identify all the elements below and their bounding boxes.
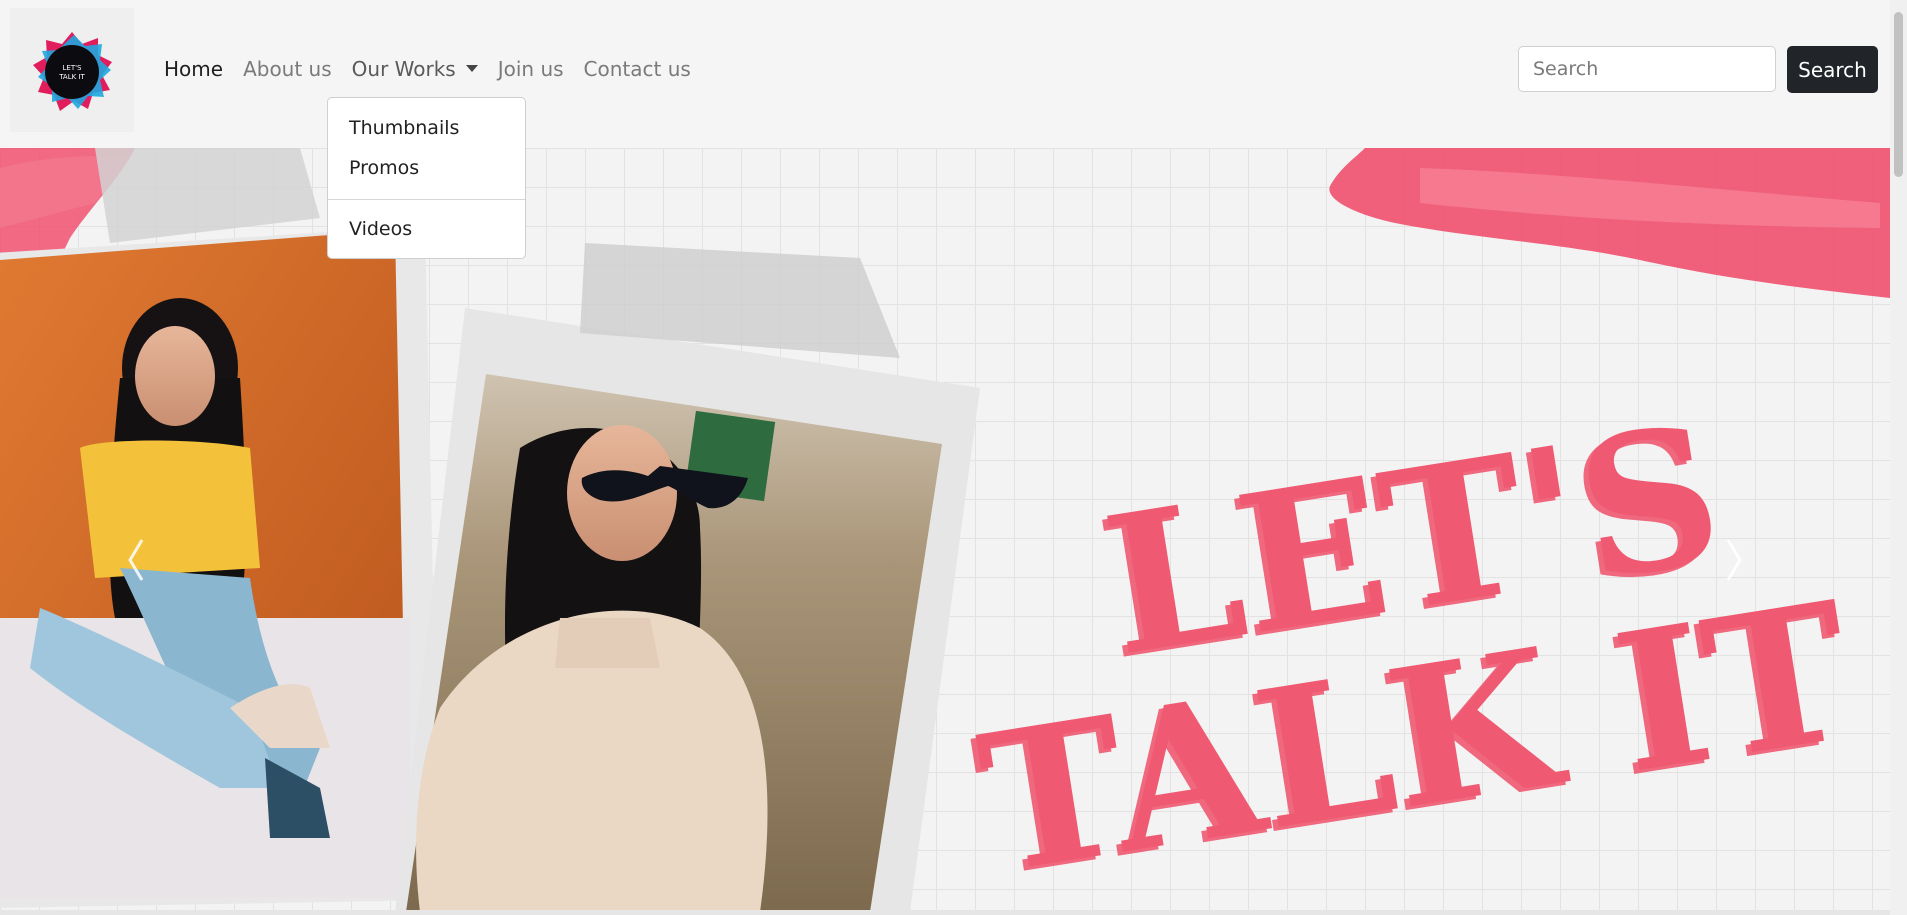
- nav-our-works-dropdown[interactable]: Our Works: [352, 57, 488, 81]
- caret-down-icon: [465, 65, 478, 72]
- nav-links: Home About us Our Works Join us Contact …: [164, 57, 711, 81]
- svg-text:LET'S: LET'S: [63, 64, 83, 72]
- nav-contact-link[interactable]: Contact us: [584, 57, 701, 81]
- brush-stroke-right: [1329, 148, 1890, 298]
- svg-text:TALK IT: TALK IT: [58, 73, 85, 81]
- our-works-dropdown-menu: Thumbnails Promos Videos: [327, 97, 526, 259]
- brand-logo[interactable]: LET'S TALK IT: [10, 8, 134, 132]
- dropdown-item-videos[interactable]: Videos: [349, 218, 412, 240]
- page-scrollbar[interactable]: [1890, 0, 1907, 915]
- nav-home-link[interactable]: Home: [164, 57, 233, 81]
- hero-graphic: LET'S LET'S TALK IT TALK IT: [0, 148, 1890, 912]
- photo-frame-center: [395, 243, 980, 912]
- search-input[interactable]: [1518, 46, 1776, 92]
- hero-carousel: LET'S LET'S TALK IT TALK IT: [0, 148, 1890, 912]
- navbar: LET'S TALK IT Home About us Our Works Jo…: [0, 0, 1890, 148]
- page: LET'S TALK IT Home About us Our Works Jo…: [0, 0, 1907, 915]
- hero-title: LET'S LET'S TALK IT TALK IT: [962, 382, 1865, 912]
- scrollbar-thumb[interactable]: [1894, 12, 1903, 177]
- nav-about-link[interactable]: About us: [243, 57, 342, 81]
- photo-frame-left: [0, 148, 440, 908]
- dropdown-divider: [328, 199, 525, 200]
- search-button[interactable]: Search: [1787, 46, 1878, 93]
- nav-our-works-label: Our Works: [351, 57, 456, 81]
- dropdown-item-thumbnails[interactable]: Thumbnails: [349, 117, 459, 139]
- lets-talk-it-logo: LET'S TALK IT: [33, 32, 112, 111]
- dropdown-item-promos[interactable]: Promos: [349, 157, 419, 179]
- page-bottom-edge: [0, 910, 1890, 915]
- nav-join-link[interactable]: Join us: [498, 57, 574, 81]
